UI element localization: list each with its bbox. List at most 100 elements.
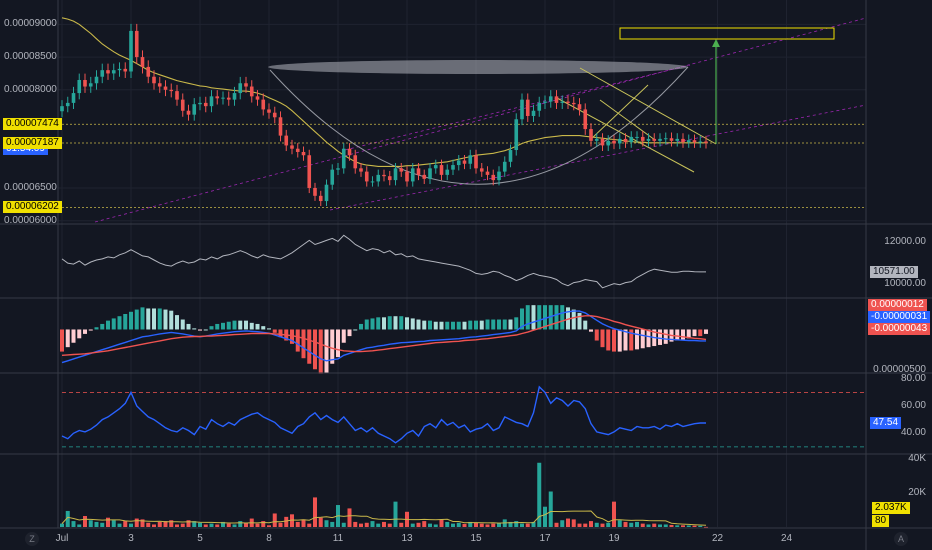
candle-body [382, 174, 386, 177]
candle-body [364, 171, 369, 182]
candle-body [548, 96, 553, 102]
volume-bar [353, 521, 358, 527]
pane-dividers [0, 0, 932, 550]
macd-histogram-bar [474, 320, 478, 330]
candle-body [669, 138, 674, 141]
volume-bar [629, 522, 634, 527]
candle-body [341, 148, 346, 169]
candle-body [307, 155, 312, 188]
macd-histogram-bar [295, 329, 300, 352]
target-arrow-head [712, 39, 720, 47]
candle-body [284, 135, 289, 146]
candle-body [60, 106, 64, 112]
volume-bar [485, 524, 490, 527]
macd-tag: -0.00000043 [868, 323, 931, 335]
macd-histogram-bar [94, 327, 99, 330]
macd-histogram-bar [313, 329, 317, 370]
price-tick-label: 0.00008500 [4, 51, 57, 63]
macd-histogram-bar [353, 329, 358, 331]
macd-histogram-bar [364, 319, 369, 330]
auto-scale-icon[interactable]: A [894, 532, 908, 546]
macd-histogram-bar [106, 320, 110, 330]
candle-body [640, 136, 645, 141]
macd-histogram-bar [583, 320, 588, 330]
candle-body [313, 187, 317, 196]
volume-bar [606, 522, 611, 527]
volume-bar [433, 524, 438, 527]
obv-tick-label: 12000.00 [884, 236, 926, 248]
macd-histogram-bar [215, 323, 220, 330]
volume-bar [646, 524, 651, 527]
timezone-icon[interactable]: Z [25, 532, 39, 546]
candle-body [629, 136, 634, 143]
macd-histogram-bar [192, 328, 197, 330]
candle-body [617, 138, 622, 144]
candle-body [249, 86, 254, 97]
volume-bar [100, 522, 105, 527]
candle-body [330, 169, 335, 185]
volume-bar [129, 523, 133, 527]
macd-histogram-bar [606, 329, 611, 351]
price-tick-label: 0.00008000 [4, 83, 57, 95]
candle-body [560, 101, 565, 103]
volume-bar [675, 525, 680, 527]
volume-bar [198, 522, 202, 527]
macd-histogram-bar [433, 321, 438, 330]
candle-body [318, 195, 323, 202]
x-axis-label: 15 [470, 533, 482, 544]
volume-bar [284, 516, 289, 527]
macd-histogram-bar [617, 329, 622, 352]
macd-histogram-bar [445, 321, 450, 330]
macd-histogram-bar [134, 309, 139, 330]
volume-bar [376, 523, 381, 527]
macd-histogram-bar [640, 329, 645, 349]
candle-body [272, 112, 277, 118]
volume-bar [77, 524, 82, 527]
macd-histogram-bar [491, 319, 496, 330]
macd-histogram-bar [439, 321, 444, 330]
macd-histogram-bar [244, 320, 248, 330]
volume-bar [560, 520, 565, 527]
flag-diagonal-2 [599, 99, 656, 141]
volume-bar [612, 501, 616, 527]
macd-histogram-bar [502, 319, 507, 330]
x-axis-label: 24 [780, 533, 793, 544]
macd-histogram-bar [180, 319, 185, 330]
candle-body [301, 151, 306, 156]
volume-bar [318, 517, 323, 527]
macd-histogram-bar [272, 329, 277, 333]
candle-body [704, 141, 708, 143]
macd-histogram-bar [88, 329, 93, 331]
macd-histogram-bar [692, 329, 697, 337]
candle-body [175, 91, 179, 100]
macd-histogram-bar [83, 329, 87, 334]
macd-histogram-bar [646, 329, 651, 348]
volume-bar [681, 525, 685, 527]
macd-histogram-bar [387, 316, 392, 330]
volume-bar [686, 525, 691, 527]
price-tick-label: 0.00009000 [4, 18, 57, 30]
candle-body [290, 145, 294, 149]
macd-histogram-bar [635, 329, 639, 350]
obv-current-tag: 10571.00 [870, 265, 918, 278]
macd-histogram-bar [198, 329, 202, 331]
candle-body [215, 96, 220, 99]
candle-body [111, 70, 116, 74]
volume-bar [692, 525, 697, 527]
rsi-tick-label: 60.00 [900, 400, 926, 411]
candle-body [612, 140, 616, 144]
cup-rim-ellipse [268, 60, 688, 74]
volume-bar [232, 524, 237, 527]
candle-body [600, 138, 605, 146]
price-tag: 0.00007187 [3, 137, 62, 149]
candle-body [353, 155, 358, 169]
candle-body [192, 104, 197, 115]
macd-histogram-bar [209, 326, 214, 330]
macd-histogram-bar [698, 329, 703, 337]
volume-bar [88, 520, 93, 527]
volume-bar [117, 523, 122, 527]
volume-bar [451, 523, 455, 527]
candle-body [134, 30, 139, 58]
candle-body [451, 165, 455, 170]
chart-canvas[interactable] [0, 0, 932, 550]
